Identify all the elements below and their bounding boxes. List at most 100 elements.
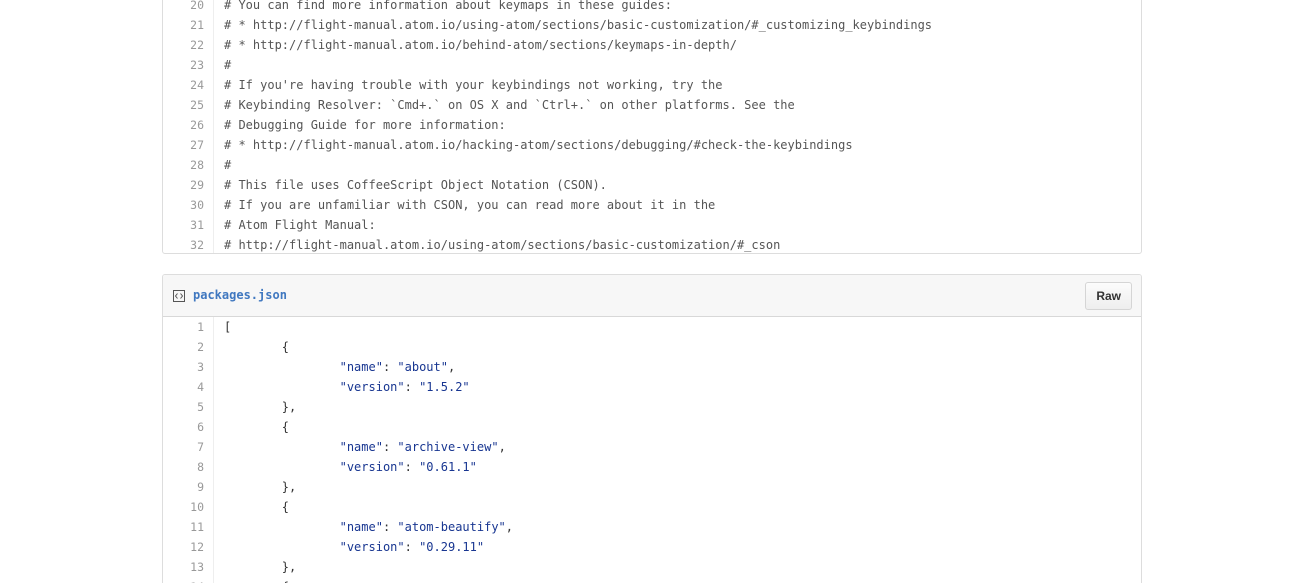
line-content: "version": "0.61.1" (224, 457, 477, 477)
code-line: 22 # * http://flight-manual.atom.io/behin… (163, 35, 1141, 55)
line-content: # * http://flight-manual.atom.io/behind-… (224, 38, 737, 52)
code-line: 7 "name": "archive-view", (163, 437, 1141, 457)
line-number[interactable]: 5 (163, 397, 204, 417)
json-value: "archive-view" (397, 440, 499, 454)
json-key: "name" (339, 360, 383, 374)
json-punctuation: , (498, 440, 506, 454)
line-number[interactable]: 32 (163, 235, 204, 253)
line-number[interactable]: 13 (163, 557, 204, 577)
line-number[interactable]: 10 (163, 497, 204, 517)
json-key: "version" (339, 540, 405, 554)
code-line: 14 { (163, 577, 1141, 583)
line-number[interactable]: 27 (163, 135, 204, 155)
line-content: # You can find more information about ke… (224, 0, 672, 12)
line-content: { (224, 577, 289, 583)
code-line: 9 }, (163, 477, 1141, 497)
line-content: "version": "1.5.2" (224, 377, 470, 397)
line-content: { (224, 500, 290, 514)
line-number[interactable]: 3 (163, 357, 204, 377)
code-line: 5 }, (163, 397, 1141, 417)
line-content: "version": "0.29.11" (224, 537, 485, 557)
line-number[interactable]: 31 (163, 215, 204, 235)
page: 20 # You can find more information about … (0, 0, 1307, 583)
line-content: # * http://flight-manual.atom.io/using-a… (224, 18, 933, 32)
line-content: # If you are unfamiliar with CSON, you c… (224, 198, 716, 212)
json-separator: : (382, 440, 398, 454)
line-content: # Atom Flight Manual: (224, 218, 376, 232)
line-content: # (224, 158, 232, 172)
line-number[interactable]: 1 (163, 317, 204, 337)
raw-button[interactable]: Raw (1085, 282, 1132, 310)
line-content: "name": "archive-view", (224, 437, 506, 457)
line-number[interactable]: 25 (163, 95, 204, 115)
code-line: 29 # This file uses CoffeeScript Object N… (163, 175, 1141, 195)
line-number[interactable]: 20 (163, 0, 204, 15)
code-line: 3 "name": "about", (163, 357, 1141, 377)
line-content: [ (224, 320, 232, 334)
file-code-icon (173, 289, 185, 302)
line-number[interactable]: 11 (163, 517, 204, 537)
line-content: }, (224, 480, 297, 494)
line-number[interactable]: 24 (163, 75, 204, 95)
line-number[interactable]: 7 (163, 437, 204, 457)
line-content: # Keybinding Resolver: `Cmd+.` on OS X a… (224, 98, 795, 112)
line-number[interactable]: 14 (163, 577, 204, 583)
line-number[interactable]: 22 (163, 35, 204, 55)
packages-code-block: 1[2 {3 "name": "about", 4 "version": "1.5… (163, 317, 1141, 583)
json-key: "name" (339, 440, 383, 454)
json-separator: : (382, 360, 398, 374)
code-line: 6 { (163, 417, 1141, 437)
packages-file-box: packages.json Raw 1[2 {3 "name": "about"… (162, 274, 1142, 583)
line-number[interactable]: 28 (163, 155, 204, 175)
line-number[interactable]: 30 (163, 195, 204, 215)
json-separator: : (404, 460, 420, 474)
line-number[interactable]: 23 (163, 55, 204, 75)
line-content: # This file uses CoffeeScript Object Not… (224, 178, 607, 192)
json-separator: : (382, 520, 398, 534)
line-number[interactable]: 4 (163, 377, 204, 397)
code-line: 28 # (163, 155, 1141, 175)
code-line: 1[ (163, 317, 1141, 337)
line-content: "name": "atom-beautify", (224, 517, 513, 537)
keymap-code-block: 20 # You can find more information about … (163, 0, 1141, 253)
line-content: }, (224, 400, 297, 414)
line-number[interactable]: 21 (163, 15, 204, 35)
json-separator: : (404, 380, 420, 394)
code-line: 21 # * http://flight-manual.atom.io/using… (163, 15, 1141, 35)
code-line: 23 # (163, 55, 1141, 75)
json-key: "version" (339, 380, 405, 394)
json-value: "atom-beautify" (397, 520, 506, 534)
line-content: "name": "about", (224, 357, 456, 377)
code-line: 10 { (163, 497, 1141, 517)
code-line: 32 # http://flight-manual.atom.io/using-a… (163, 235, 1141, 253)
line-content: # http://flight-manual.atom.io/using-ato… (224, 238, 781, 252)
code-line: 20 # You can find more information about … (163, 0, 1141, 15)
json-key: "name" (339, 520, 383, 534)
code-line: 30 # If you are unfamiliar with CSON, you… (163, 195, 1141, 215)
code-line: 12 "version": "0.29.11" (163, 537, 1141, 557)
code-line: 26 # Debugging Guide for more information… (163, 115, 1141, 135)
line-number[interactable]: 12 (163, 537, 204, 557)
line-number[interactable]: 2 (163, 337, 204, 357)
line-content: }, (224, 560, 297, 574)
line-number[interactable]: 8 (163, 457, 204, 477)
line-number[interactable]: 26 (163, 115, 204, 135)
code-line: 24 # If you're having trouble with your k… (163, 75, 1141, 95)
line-number[interactable]: 29 (163, 175, 204, 195)
json-value: "about" (397, 360, 448, 374)
line-number[interactable]: 9 (163, 477, 204, 497)
code-line: 31 # Atom Flight Manual: (163, 215, 1141, 235)
json-value: "1.5.2" (419, 380, 470, 394)
line-number[interactable]: 6 (163, 417, 204, 437)
code-line: 13 }, (163, 557, 1141, 577)
code-line: 27 # * http://flight-manual.atom.io/hacki… (163, 135, 1141, 155)
line-content: { (224, 340, 290, 354)
code-line: 8 "version": "0.61.1" (163, 457, 1141, 477)
file-name-link[interactable]: packages.json (193, 288, 287, 302)
